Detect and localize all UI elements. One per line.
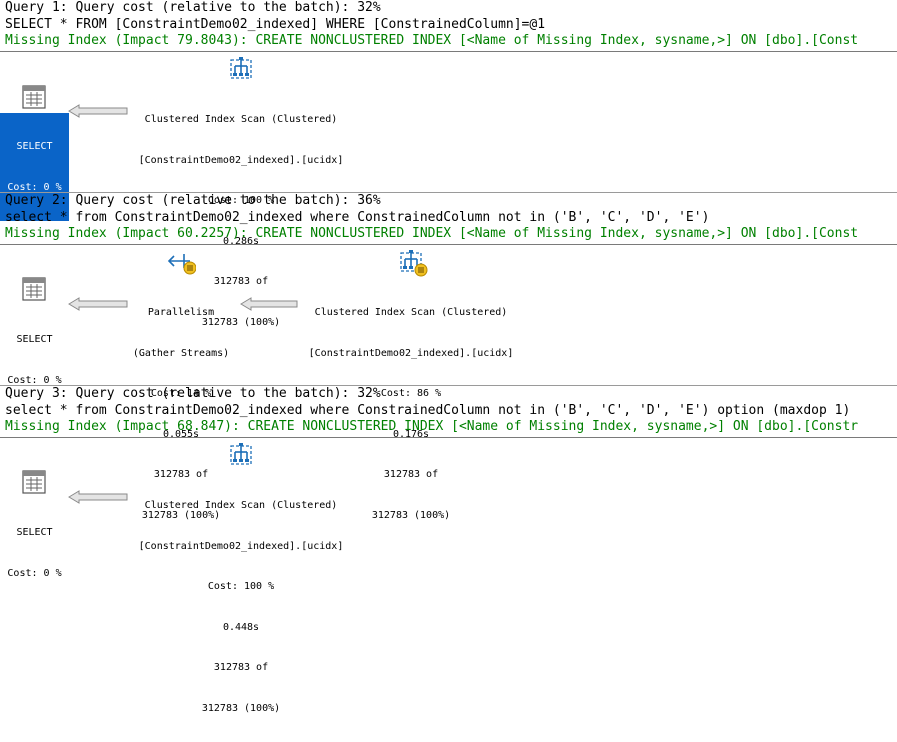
plan-divider (0, 51, 897, 52)
data-flow-arrow (68, 490, 128, 504)
select-label: SELECT (16, 141, 53, 152)
missing-index-hint[interactable]: Missing Index (Impact 79.8043): CREATE N… (5, 33, 858, 49)
operator-object: (Gather Streams) (132, 347, 230, 359)
operator-time: 0.448s (222, 621, 260, 633)
operator-cost: Cost: 100 % (207, 581, 275, 592)
query-header: Query 2: Query cost (relative to the bat… (5, 193, 381, 208)
missing-index-hint[interactable]: Missing Index (Impact 68.847): CREATE NO… (5, 419, 858, 435)
operator-name: Clustered Index Scan (Clustered) (144, 500, 338, 511)
operator-estimate: 312783 (100%) (201, 702, 281, 714)
select-label: SELECT (16, 527, 53, 538)
select-icon[interactable] (22, 470, 46, 494)
operator-object: [ConstraintDemo02_indexed].[ucidx] (138, 154, 344, 166)
select-icon[interactable] (22, 85, 46, 109)
query-plan-2: Query 2: Query cost (relative to the bat… (0, 193, 897, 521)
select-label: SELECT (16, 334, 53, 345)
plan-divider (0, 437, 897, 438)
operator-name: Clustered Index Scan (Clustered) (314, 307, 508, 318)
query-sql[interactable]: select * from ConstraintDemo02_indexed w… (5, 210, 709, 226)
operator-object: [ConstraintDemo02_indexed].[ucidx] (138, 540, 344, 552)
query-plan-1: Query 1: Query cost (relative to the bat… (0, 0, 897, 328)
select-icon[interactable] (22, 277, 46, 301)
query-sql[interactable]: select * from ConstraintDemo02_indexed w… (5, 403, 850, 419)
operator-object: [ConstraintDemo02_indexed].[ucidx] (308, 347, 514, 359)
parallel-clustered-index-scan-icon[interactable] (398, 249, 428, 277)
operator-name: Parallelism (147, 307, 215, 318)
plan-divider (0, 244, 897, 245)
data-flow-arrow (68, 104, 128, 118)
clustered-index-scan-icon[interactable] (228, 56, 254, 82)
query-header: Query 3: Query cost (relative to the bat… (5, 386, 381, 401)
operator-name: Clustered Index Scan (Clustered) (144, 114, 338, 125)
query-sql[interactable]: SELECT * FROM [ConstraintDemo02_indexed]… (5, 17, 545, 33)
operator-rows: 312783 of (213, 662, 269, 673)
clustered-index-scan-icon[interactable] (228, 442, 254, 468)
query-plan-3: Query 3: Query cost (relative to the bat… (0, 386, 897, 714)
select-node-label[interactable]: SELECT Cost: 0 % (0, 499, 69, 607)
operator-node-clustered-index-scan[interactable]: Clustered Index Scan (Clustered) [Constr… (126, 472, 356, 742)
data-flow-arrow (240, 297, 298, 311)
missing-index-hint[interactable]: Missing Index (Impact 60.2257): CREATE N… (5, 226, 858, 242)
parallelism-icon[interactable] (166, 251, 196, 275)
query-header: Query 1: Query cost (relative to the bat… (5, 0, 381, 15)
